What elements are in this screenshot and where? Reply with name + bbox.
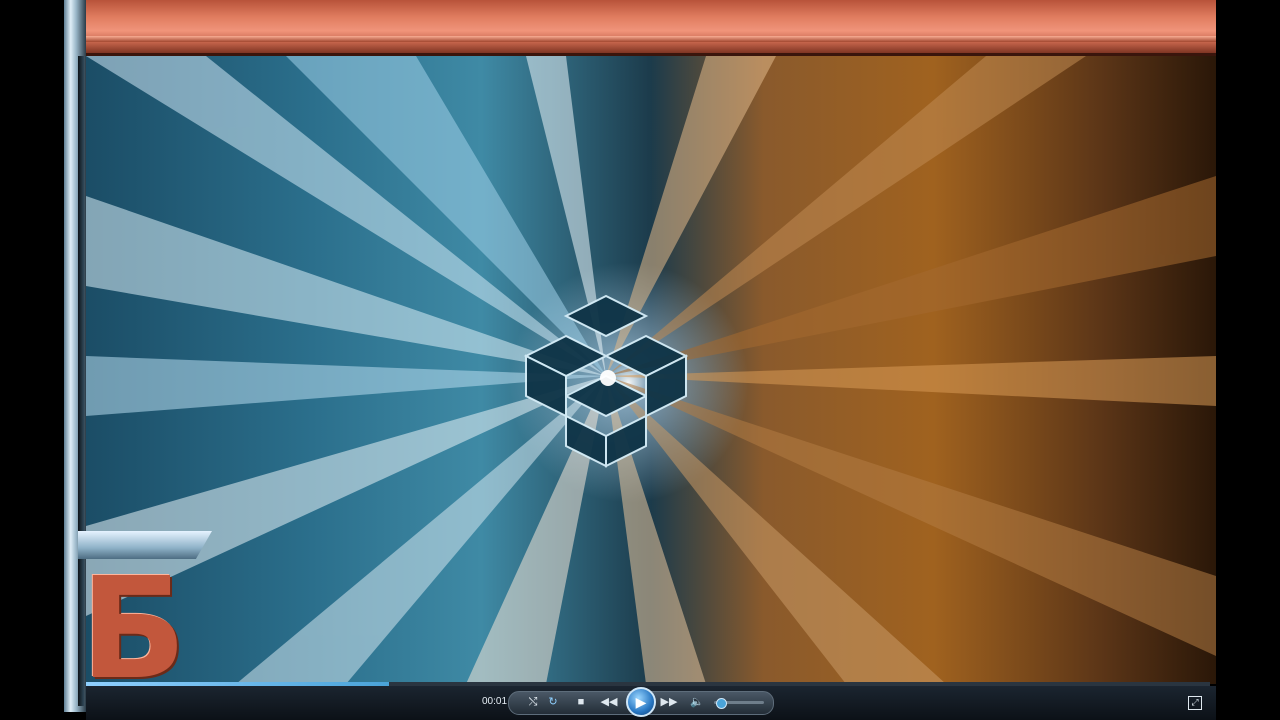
play-icon[interactable]: ▶ <box>626 687 656 717</box>
channel-logo: Б <box>80 548 187 711</box>
speaker-icon[interactable]: 🔈 <box>690 695 704 709</box>
video-display[interactable] <box>86 56 1216 684</box>
repeat-icon[interactable]: ↻ <box>546 695 560 709</box>
fullscreen-icon[interactable]: ⤢ <box>1188 696 1202 710</box>
player-control-bar: 00:01 ⤭ ↻ ■ ◀◀ ▶ ▶▶ 🔈 ⤢ <box>86 686 1216 720</box>
volume-slider[interactable] <box>714 698 764 709</box>
volume-slider-knob[interactable] <box>716 698 727 709</box>
window-frame-top <box>64 0 1216 56</box>
cube-graphic <box>523 294 689 468</box>
elapsed-time: 00:01 <box>482 696 508 707</box>
fast-forward-icon[interactable]: ▶▶ <box>658 695 680 709</box>
stop-icon[interactable]: ■ <box>574 695 588 709</box>
letterbox-right <box>1216 0 1280 720</box>
rewind-icon[interactable]: ◀◀ <box>598 695 620 709</box>
shuffle-icon[interactable]: ⤭ <box>526 695 540 709</box>
